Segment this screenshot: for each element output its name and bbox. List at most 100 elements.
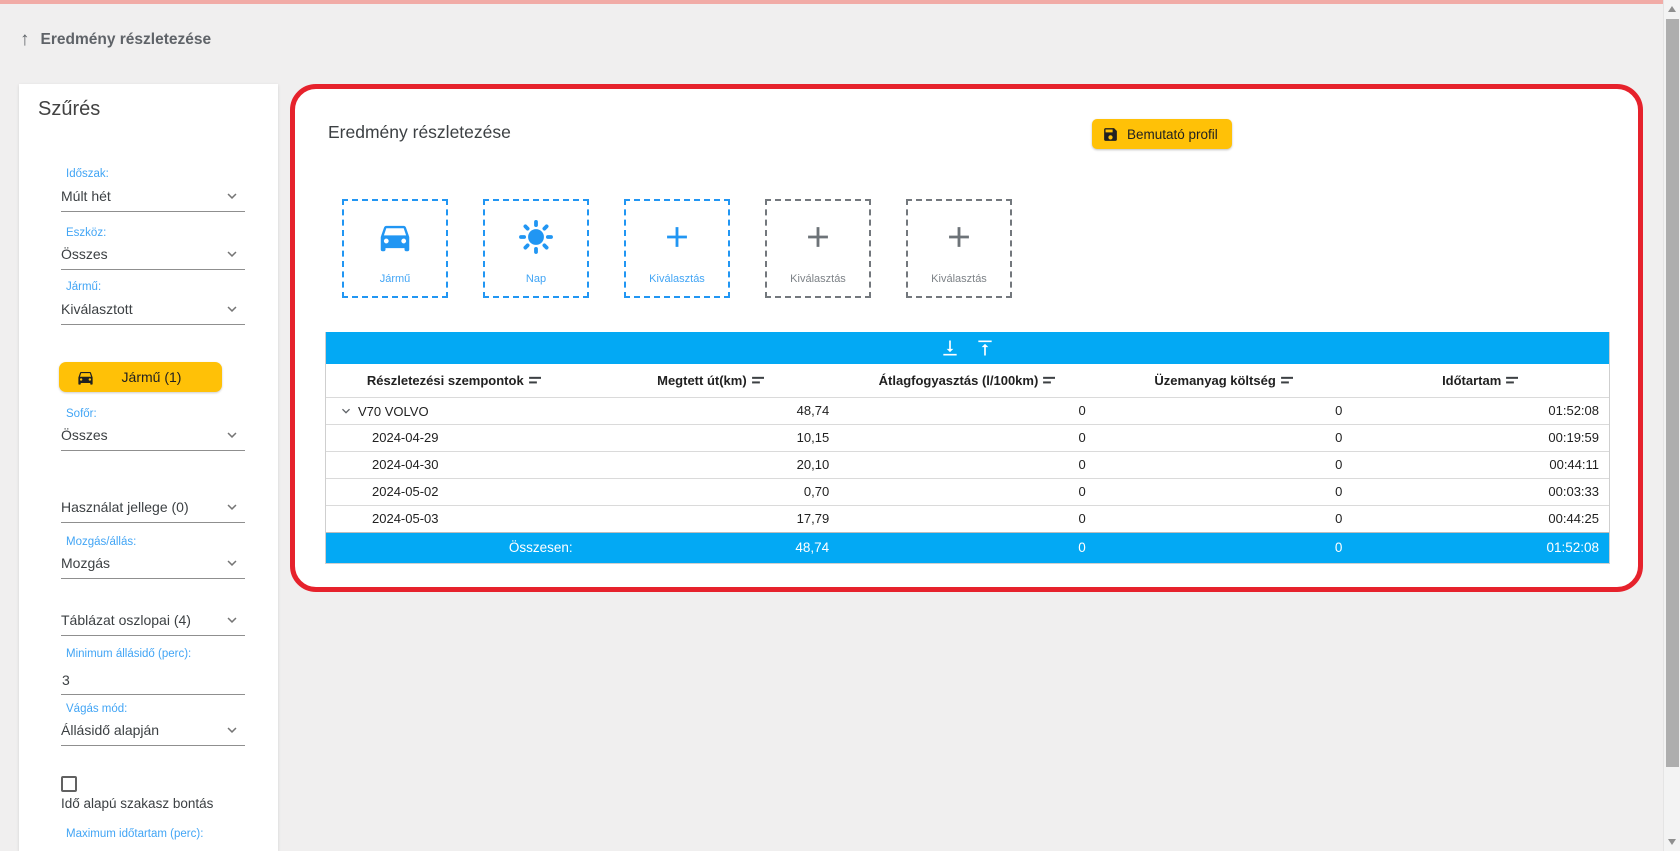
cut-mode-select[interactable]: Állásidő alapján [61,721,245,746]
cell-cost: 0 [1096,505,1353,532]
sort-icon[interactable] [752,375,765,386]
cell-name: 2024-04-29 [326,424,583,451]
export-bottom-icon[interactable] [940,338,960,358]
summary-consumption: 0 [839,532,1096,563]
table-row-day: 2024-05-02 0,70 0 0 00:03:33 [326,478,1609,505]
plus-icon [801,201,835,273]
sidebar-title: Szűrés [38,98,100,121]
cell-name: 2024-05-03 [326,505,583,532]
table-summary-row: Összesen: 48,74 0 0 01:52:08 [326,532,1609,563]
cell-cost: 0 [1096,397,1353,424]
chevron-down-icon [223,187,241,205]
cell-duration: 00:03:33 [1352,478,1609,505]
cell-consumption: 0 [839,397,1096,424]
motion-label: Mozgás/állás: [66,536,136,548]
table-row-vehicle: V70 VOLVO 48,74 0 0 01:52:08 [326,397,1609,424]
collapse-row-icon[interactable] [338,403,354,419]
cell-name: 2024-04-30 [326,451,583,478]
scroll-down-icon[interactable] [1668,839,1676,845]
motion-select[interactable]: Mozgás [61,554,245,579]
table-columns-value: Táblázat oszlopai (4) [61,612,191,628]
col-header-consumption[interactable]: Átlagfogyasztás (l/100km) [839,364,1096,397]
detail-selector-row: Jármű Nap Kiválasztás Kiválasztás Kivála… [342,199,1012,298]
chevron-down-icon [223,245,241,263]
selector-label: Kiválasztás [649,273,705,285]
col-header-duration[interactable]: Időtartam [1352,364,1609,397]
result-details-title: Eredmény részletezése [328,122,511,143]
chevron-down-icon [223,426,241,444]
min-idle-input[interactable] [61,672,245,695]
cell-distance: 17,79 [583,505,840,532]
plus-icon [660,201,694,273]
period-select[interactable]: Múlt hét [61,187,245,212]
vehicle-select[interactable]: Kiválasztott [61,300,245,325]
vehicle-picker-button[interactable]: Jármű (1) [59,362,222,392]
summary-distance: 48,74 [583,532,840,563]
time-split-checkbox[interactable] [61,776,77,792]
filter-sidebar: Szűrés Időszak: Múlt hét Eszköz: Összes … [19,84,278,851]
sort-icon[interactable] [529,375,542,386]
selector-label: Nap [526,273,546,285]
vehicle-label: Jármű: [66,281,101,293]
table-toolbar [326,332,1609,364]
cell-duration: 00:44:25 [1352,505,1609,532]
sort-icon[interactable] [1281,375,1294,386]
selector-vehicle[interactable]: Jármű [342,199,448,298]
chevron-down-icon [223,554,241,572]
car-icon [76,368,95,387]
selector-day[interactable]: Nap [483,199,589,298]
scrollbar-thumb[interactable] [1666,19,1679,767]
period-label: Időszak: [66,168,109,180]
table-row-day: 2024-05-03 17,79 0 0 00:44:25 [326,505,1609,532]
cell-consumption: 0 [839,478,1096,505]
usage-type-value: Használat jellege (0) [61,499,189,515]
device-label: Eszköz: [66,227,106,239]
scroll-to-top-icon[interactable]: ↑ [20,30,30,49]
page-header: ↑ Eredmény részletezése [20,30,211,49]
selector-add-active[interactable]: Kiválasztás [624,199,730,298]
top-accent-bar [0,0,1680,4]
summary-duration: 01:52:08 [1352,532,1609,563]
col-header-distance[interactable]: Megtett út(km) [583,364,840,397]
vertical-scrollbar[interactable] [1663,0,1680,851]
result-details-panel: Eredmény részletezése Bemutató profil Já… [290,84,1643,592]
table-row-day: 2024-04-29 10,15 0 0 00:19:59 [326,424,1609,451]
summary-cost: 0 [1096,532,1353,563]
cell-duration: 00:44:11 [1352,451,1609,478]
save-icon [1102,126,1119,143]
demo-profile-button[interactable]: Bemutató profil [1092,119,1232,149]
max-duration-label: Maximum időtartam (perc): [66,828,203,840]
selector-label: Kiválasztás [931,273,987,285]
cell-distance: 48,74 [583,397,840,424]
vehicle-picker-label: Jármű (1) [95,369,208,385]
driver-label: Sofőr: [66,408,97,420]
col-header-aspects[interactable]: Részletezési szempontok [326,364,583,397]
scroll-up-icon[interactable] [1668,6,1676,12]
usage-type-select[interactable]: Használat jellege (0) [61,498,245,523]
car-icon [376,201,414,273]
cut-mode-value: Állásidő alapján [61,722,159,738]
table-columns-select[interactable]: Táblázat oszlopai (4) [61,611,245,636]
driver-value: Összes [61,427,108,443]
cell-name: V70 VOLVO [326,397,583,424]
selector-add-inactive[interactable]: Kiválasztás [906,199,1012,298]
export-top-icon[interactable] [975,338,995,358]
cell-cost: 0 [1096,478,1353,505]
selector-label: Kiválasztás [790,273,846,285]
cell-distance: 0,70 [583,478,840,505]
page-title: Eredmény részletezése [41,31,212,49]
sort-icon[interactable] [1043,375,1056,386]
selector-label: Jármű [380,273,411,285]
summary-label: Összesen: [326,532,583,563]
sort-icon[interactable] [1506,375,1519,386]
min-idle-label: Minimum állásidő (perc): [66,648,191,660]
cell-name: 2024-05-02 [326,478,583,505]
motion-value: Mozgás [61,555,110,571]
driver-select[interactable]: Összes [61,426,245,451]
period-value: Múlt hét [61,188,111,204]
cell-duration: 01:52:08 [1352,397,1609,424]
chevron-down-icon [223,611,241,629]
device-select[interactable]: Összes [61,245,245,270]
col-header-fuel-cost[interactable]: Üzemanyag költség [1096,364,1353,397]
selector-add-inactive[interactable]: Kiválasztás [765,199,871,298]
